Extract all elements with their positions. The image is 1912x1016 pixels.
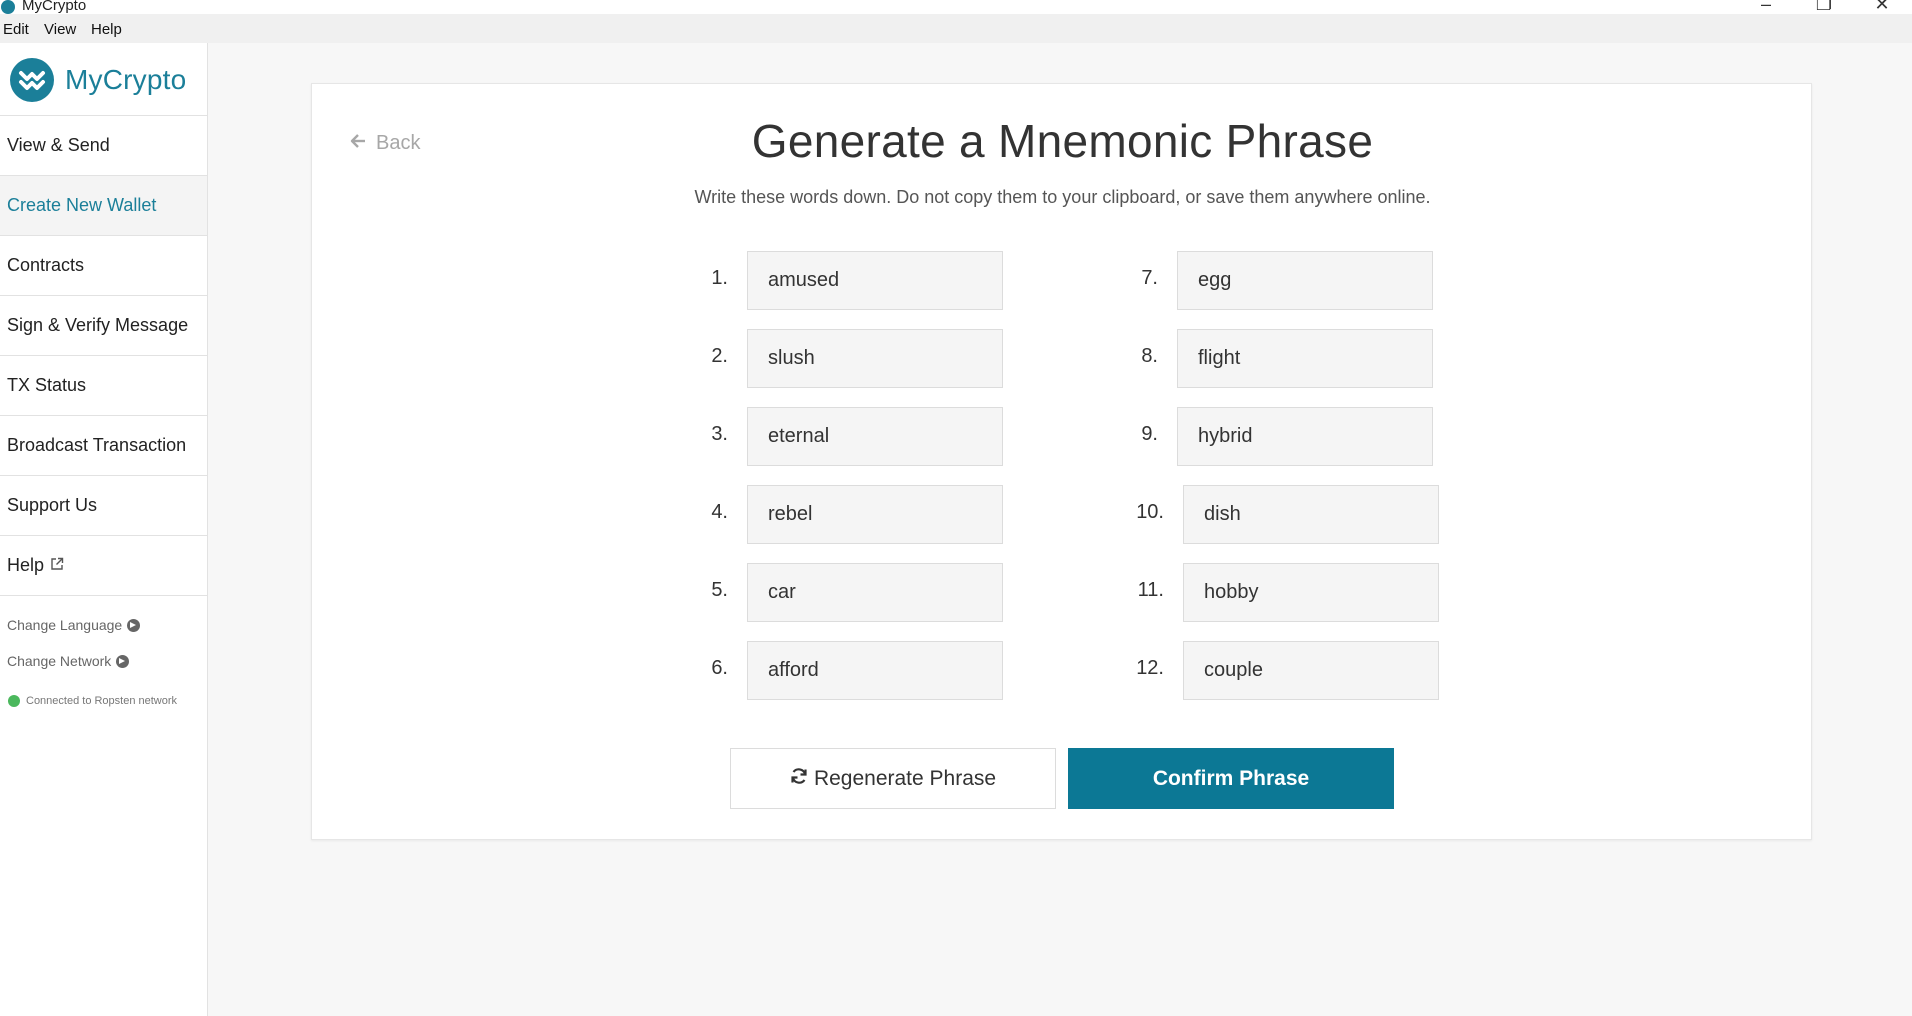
change-network-label: Change Network [7, 653, 112, 669]
sidebar-item-label: Support Us [7, 495, 98, 515]
title-bar: MyCrypto – ❐ ✕ [0, 0, 1912, 14]
sidebar-item-broadcast-transaction[interactable]: Broadcast Transaction [0, 416, 207, 476]
sidebar-item-support-us[interactable]: Support Us [0, 476, 207, 536]
sidebar-nav: View & Send Create New Wallet Contracts … [0, 115, 207, 596]
word-number: 2. [711, 345, 728, 367]
logo[interactable]: MyCrypto [10, 57, 186, 103]
change-language-label: Change Language [7, 617, 123, 633]
word-field[interactable]: rebel [747, 485, 1003, 544]
arrow-circle-right-icon [116, 654, 130, 668]
mycrypto-logo-icon [10, 58, 54, 102]
mnemonic-card: Back Generate a Mnemonic Phrase Write th… [311, 83, 1812, 840]
sidebar-item-label: Sign & Verify Message [7, 315, 189, 335]
page-subtitle: Write these words down. Do not copy them… [694, 187, 1431, 207]
menu-edit[interactable]: Edit [3, 21, 29, 38]
minimize-button[interactable]: – [1746, 0, 1786, 14]
refresh-icon [790, 767, 808, 791]
external-link-icon [50, 555, 64, 576]
word-number: 11. [1137, 579, 1164, 601]
word-number: 7. [1141, 267, 1158, 289]
sidebar: MyCrypto View & Send Create New Wallet C… [0, 43, 208, 1016]
regenerate-phrase-button[interactable]: Regenerate Phrase [730, 748, 1056, 809]
status-dot-icon [8, 695, 20, 707]
word-number: 10. [1136, 501, 1164, 523]
window-title: MyCrypto [22, 0, 87, 14]
sidebar-item-sign-verify-message[interactable]: Sign & Verify Message [0, 296, 207, 356]
word-number: 3. [711, 423, 728, 445]
word-field[interactable]: dish [1183, 485, 1439, 544]
word-number: 4. [711, 501, 728, 523]
word-number: 1. [711, 267, 728, 289]
word-number: 6. [711, 657, 728, 679]
word-field[interactable]: egg [1177, 251, 1433, 310]
network-status: Connected to Ropsten network [8, 695, 177, 707]
word-field[interactable]: eternal [747, 407, 1003, 466]
sidebar-item-tx-status[interactable]: TX Status [0, 356, 207, 416]
word-number: 5. [711, 579, 728, 601]
menu-bar: Edit View Help [0, 14, 1912, 43]
word-field[interactable]: couple [1183, 641, 1439, 700]
sidebar-item-contracts[interactable]: Contracts [0, 236, 207, 296]
word-field[interactable]: flight [1177, 329, 1433, 388]
menu-help[interactable]: Help [91, 21, 122, 38]
word-number: 12. [1136, 657, 1164, 679]
close-button[interactable]: ✕ [1862, 0, 1902, 14]
word-number: 8. [1141, 345, 1158, 367]
sidebar-item-label: Help [7, 555, 45, 575]
sidebar-item-help[interactable]: Help [0, 536, 207, 596]
sidebar-item-view-send[interactable]: View & Send [0, 116, 207, 176]
maximize-button[interactable]: ❐ [1804, 0, 1844, 14]
word-field[interactable]: slush [747, 329, 1003, 388]
sidebar-item-label: Contracts [7, 255, 85, 275]
word-number: 9. [1141, 423, 1158, 445]
arrow-circle-right-icon [127, 618, 141, 632]
sidebar-item-label: TX Status [7, 375, 87, 395]
change-network-link[interactable]: Change Network [7, 653, 130, 669]
word-field[interactable]: hybrid [1177, 407, 1433, 466]
page-title: Generate a Mnemonic Phrase [751, 115, 1374, 167]
regenerate-label: Regenerate Phrase [813, 766, 997, 790]
change-language-link[interactable]: Change Language [7, 617, 141, 633]
sidebar-item-label: View & Send [7, 135, 110, 155]
word-field[interactable]: afford [747, 641, 1003, 700]
menu-view[interactable]: View [44, 21, 76, 38]
network-status-label: Connected to Ropsten network [26, 695, 178, 707]
app-logo-icon [1, 0, 15, 14]
word-field[interactable]: amused [747, 251, 1003, 310]
word-field[interactable]: hobby [1183, 563, 1439, 622]
logo-text: MyCrypto [65, 64, 187, 95]
sidebar-item-create-new-wallet[interactable]: Create New Wallet [0, 176, 207, 236]
sidebar-item-label: Create New Wallet [7, 195, 157, 215]
word-field[interactable]: car [747, 563, 1003, 622]
confirm-phrase-button[interactable]: Confirm Phrase [1068, 748, 1394, 809]
sidebar-item-label: Broadcast Transaction [7, 435, 187, 455]
